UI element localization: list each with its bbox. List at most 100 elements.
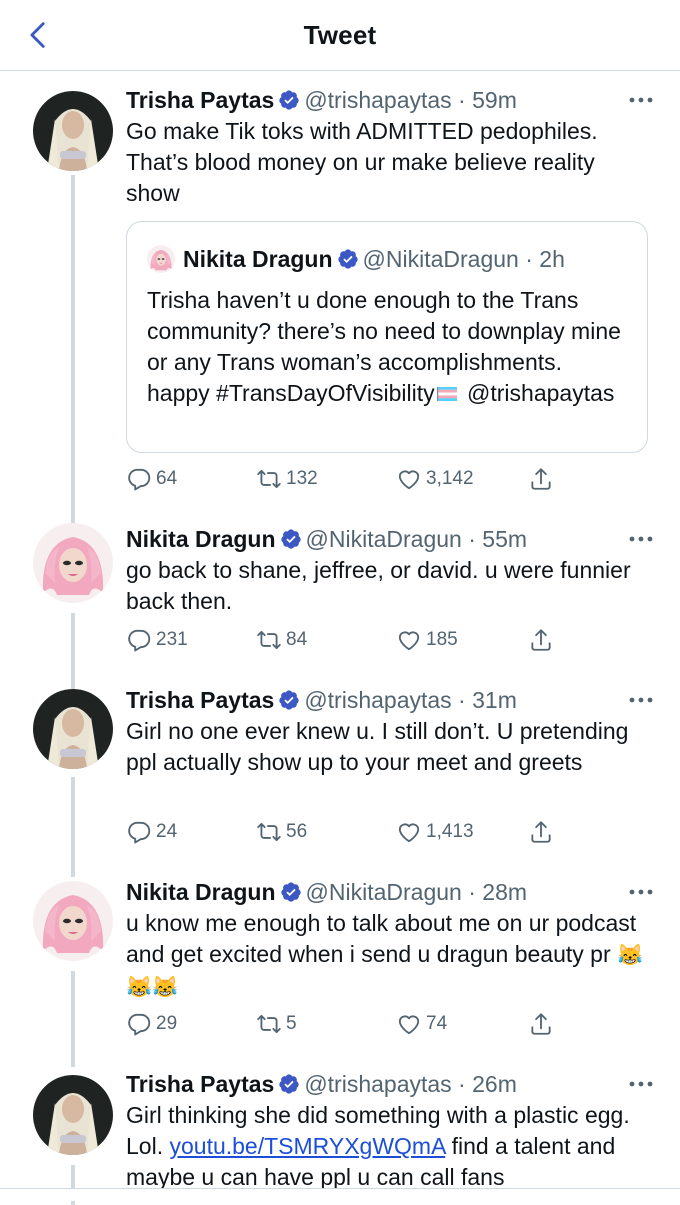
reply-button[interactable]: 29 [126, 1011, 177, 1037]
quote-author-handle: @NikitaDragun [362, 246, 519, 272]
author-handle[interactable]: @NikitaDragun [306, 526, 462, 552]
reply-icon [126, 627, 152, 653]
retweet-button[interactable]: 84 [256, 627, 307, 653]
page-title: Tweet [303, 20, 377, 50]
retweet-button[interactable]: 5 [256, 1011, 297, 1037]
separator-dot: · [518, 246, 540, 272]
like-icon [396, 627, 422, 653]
tweet-text: Go make Tik toks with ADMITTED pedophile… [126, 118, 598, 206]
retweet-count: 84 [286, 629, 308, 650]
like-icon [396, 466, 422, 492]
retweet-button[interactable]: 132 [256, 466, 318, 492]
reply-icon [126, 466, 152, 492]
author-name[interactable]: Trisha Paytas [126, 87, 274, 113]
avatar-trisha[interactable] [33, 1075, 113, 1155]
share-button[interactable] [528, 819, 554, 845]
tweet-text: u know me enough to talk about me on ur … [126, 908, 650, 1003]
more-icon[interactable] [626, 883, 656, 901]
separator-dot: · [461, 526, 483, 552]
timestamp[interactable]: 59m [472, 87, 517, 113]
reply-icon [126, 819, 152, 845]
timestamp[interactable]: 26m [472, 1071, 517, 1097]
verified-icon [278, 89, 300, 111]
like-button[interactable]: 3,142 [396, 466, 474, 492]
author-name[interactable]: Nikita Dragun [126, 526, 276, 552]
avatar-trisha[interactable] [33, 91, 113, 171]
more-icon[interactable] [626, 91, 656, 109]
avatar-trisha[interactable] [33, 689, 113, 769]
share-button[interactable] [528, 1011, 554, 1037]
retweet-icon [256, 819, 282, 845]
share-button[interactable] [528, 627, 554, 653]
thread-line [71, 971, 75, 1067]
action-bar: 231 84 185 [126, 627, 566, 661]
like-button[interactable]: 185 [396, 627, 458, 653]
share-button[interactable] [528, 466, 554, 492]
thread-line [71, 613, 75, 693]
reply-button[interactable]: 64 [126, 466, 177, 492]
verified-icon [278, 1073, 300, 1095]
like-count: 74 [426, 1013, 448, 1034]
like-count: 185 [426, 629, 458, 650]
share-icon [528, 627, 554, 653]
reply-count: 231 [156, 629, 188, 650]
verified-icon [337, 248, 359, 270]
share-icon [528, 1011, 554, 1037]
reply-count: 29 [156, 1013, 178, 1034]
separator-dot: · [451, 87, 473, 113]
reply-button[interactable]: 231 [126, 627, 188, 653]
like-count: 3,142 [426, 468, 474, 489]
tweet-text-body: u know me enough to talk about me on ur … [126, 910, 637, 967]
quote-timestamp: 2h [539, 246, 565, 272]
more-icon[interactable] [626, 691, 656, 709]
like-button[interactable]: 74 [396, 1011, 447, 1037]
retweet-icon [256, 1011, 282, 1037]
more-icon[interactable] [626, 1075, 656, 1093]
thread-line [71, 777, 75, 877]
youtube-link[interactable]: youtu.be/TSMRYXgWQmA [169, 1133, 445, 1159]
timestamp[interactable]: 31m [472, 687, 517, 713]
like-count: 1,413 [426, 821, 474, 842]
verified-icon [278, 689, 300, 711]
like-button[interactable]: 1,413 [396, 819, 474, 845]
retweet-count: 5 [286, 1013, 297, 1034]
tweet-text: Girl thinking she did something with a p… [126, 1100, 650, 1193]
reply-icon [126, 1011, 152, 1037]
separator-dot: · [451, 1071, 473, 1097]
verified-icon [280, 528, 302, 550]
action-bar: 24 56 1,413 [126, 819, 566, 853]
timestamp[interactable]: 28m [482, 879, 527, 905]
author-handle[interactable]: @NikitaDragun [306, 879, 462, 905]
author-name[interactable]: Trisha Paytas [126, 1071, 274, 1097]
timestamp[interactable]: 55m [482, 526, 527, 552]
author-name[interactable]: Nikita Dragun [126, 879, 276, 905]
action-bar: 29 5 74 [126, 1011, 566, 1045]
quote-mention[interactable]: @trishapaytas [467, 380, 614, 406]
quote-text: Trisha haven’t u done enough to the Tran… [147, 285, 629, 409]
like-icon [396, 819, 422, 845]
like-icon [396, 1011, 422, 1037]
retweet-count: 56 [286, 821, 308, 842]
share-icon [528, 819, 554, 845]
reply-count: 64 [156, 468, 178, 489]
thread-line [71, 175, 75, 535]
quoted-tweet[interactable]: Nikita Dragun @NikitaDragun · 2h Trisha h… [126, 221, 648, 453]
author-handle[interactable]: @trishapaytas [304, 1071, 451, 1097]
share-icon [528, 466, 554, 492]
author-name[interactable]: Trisha Paytas [126, 687, 274, 713]
verified-icon [280, 881, 302, 903]
avatar-nikita[interactable] [33, 523, 113, 603]
more-icon[interactable] [626, 530, 656, 548]
author-handle[interactable]: @trishapaytas [304, 87, 451, 113]
reply-button[interactable]: 24 [126, 819, 177, 845]
retweet-count: 132 [286, 468, 318, 489]
separator-dot: · [461, 879, 483, 905]
retweet-button[interactable]: 56 [256, 819, 307, 845]
avatar-nikita[interactable] [33, 881, 113, 961]
trans-flag-icon [437, 387, 457, 401]
avatar-nikita-small [147, 245, 175, 273]
author-handle[interactable]: @trishapaytas [304, 687, 451, 713]
top-bar: Tweet [0, 0, 680, 71]
retweet-icon [256, 466, 282, 492]
separator-dot: · [451, 687, 473, 713]
